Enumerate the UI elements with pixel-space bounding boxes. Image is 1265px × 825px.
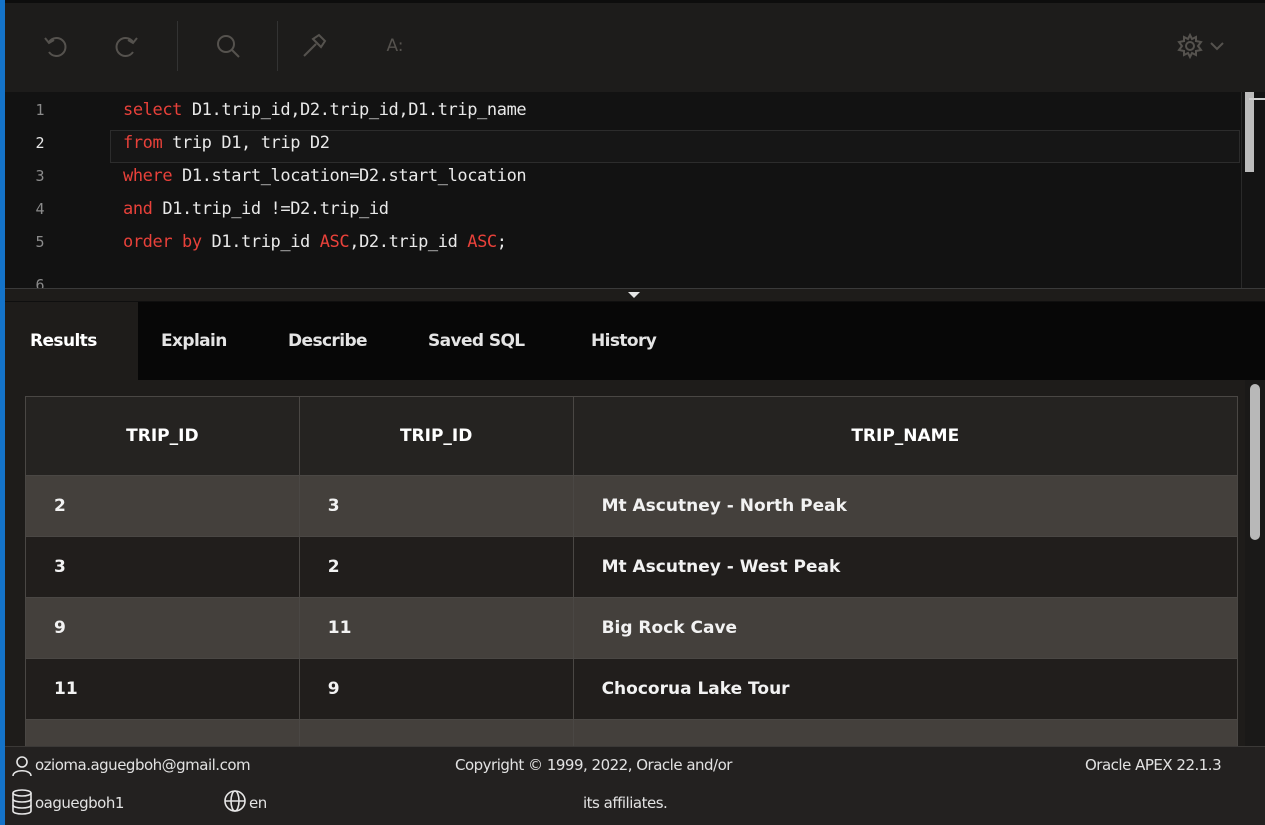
sql-keyword: select <box>123 100 183 120</box>
sql-keyword: from <box>123 133 163 153</box>
table-cell <box>298 719 574 746</box>
user-icon <box>11 755 33 781</box>
chevron-down-icon[interactable] <box>1205 29 1229 63</box>
code-text: ,D2.trip_id <box>349 232 468 252</box>
collapse-triangle-icon[interactable] <box>628 292 640 298</box>
editor-toolbar: A: <box>5 0 1265 92</box>
page-footer: ozioma.aguegboh@gmail.com oaguegboh1 en … <box>5 746 1265 825</box>
globe-icon <box>223 789 247 817</box>
redo-icon[interactable] <box>109 29 143 63</box>
language-link[interactable]: en <box>249 794 267 812</box>
table-row[interactable]: 11 9 Chocorua Lake Tour <box>25 658 1239 720</box>
tab-describe[interactable]: Describe <box>288 302 368 380</box>
code-text: D1.trip_id <box>201 232 320 252</box>
table-header-row: TRIP_ID TRIP_ID TRIP_NAME <box>25 396 1239 476</box>
sql-workshop-frame: A: 1 2 3 4 5 6 select D1.trip_id,D2.trip… <box>5 0 1265 825</box>
code-line: and D1.trip_id !=D2.trip_id <box>123 199 389 219</box>
line-number: 6 <box>35 276 45 288</box>
line-number: 4 <box>35 200 45 218</box>
database-icon <box>11 789 33 819</box>
table-cell: 9 <box>298 658 574 720</box>
code-text: D1.trip_id !=D2.trip_id <box>152 199 389 219</box>
line-number: 3 <box>35 167 45 185</box>
tab-label: Describe <box>288 331 368 351</box>
code-line: where D1.start_location=D2.start_locatio… <box>123 166 527 186</box>
workspace-name[interactable]: oaguegboh1 <box>35 794 124 812</box>
pane-splitter[interactable] <box>5 288 1265 302</box>
table-cell: Mt Ascutney - North Peak <box>572 475 1239 537</box>
editor-scroll-cap <box>1249 98 1265 100</box>
code-text: D1.start_location=D2.start_location <box>172 166 527 186</box>
column-header[interactable]: TRIP_NAME <box>572 396 1239 476</box>
code-text: D1.trip_id,D2.trip_id,D1.trip_name <box>182 100 527 120</box>
tab-label: Results <box>30 331 97 351</box>
table-row[interactable]: 9 11 Big Rock Cave <box>25 597 1239 659</box>
tab-label: Explain <box>161 331 227 351</box>
table-cell: 11 <box>298 597 574 659</box>
tab-results[interactable]: Results <box>5 302 138 380</box>
sql-keyword: ASC <box>319 232 350 252</box>
table-cell: 2 <box>298 536 574 598</box>
column-header[interactable]: TRIP_ID <box>298 396 574 476</box>
table-row-partial[interactable] <box>25 719 1239 746</box>
code-text: ; <box>496 232 507 252</box>
results-scrollbar-thumb[interactable] <box>1250 384 1260 540</box>
tab-history[interactable]: History <box>591 302 657 380</box>
format-icon[interactable]: A: <box>371 29 419 63</box>
user-email[interactable]: ozioma.aguegboh@gmail.com <box>35 756 251 774</box>
tab-saved-sql[interactable]: Saved SQL <box>428 302 525 380</box>
table-cell: Big Rock Cave <box>572 597 1239 659</box>
table-cell: 9 <box>25 597 300 659</box>
toolbar-separator <box>277 21 278 71</box>
code-text: trip D1, trip D2 <box>162 133 330 153</box>
sql-keyword: where <box>123 166 173 186</box>
table-row[interactable]: 3 2 Mt Ascutney - West Peak <box>25 536 1239 598</box>
toolbar-separator <box>177 21 178 71</box>
results-table: TRIP_ID TRIP_ID TRIP_NAME 2 3 Mt Ascutne… <box>25 396 1239 746</box>
hammer-icon[interactable] <box>297 29 331 63</box>
table-cell: Mt Ascutney - West Peak <box>572 536 1239 598</box>
gear-icon[interactable] <box>1173 29 1207 63</box>
sql-keyword: order by <box>123 232 202 252</box>
table-cell: 11 <box>25 658 300 720</box>
sql-keyword: and <box>123 199 153 219</box>
table-cell: 3 <box>25 536 300 598</box>
search-icon[interactable] <box>211 29 245 63</box>
line-number: 2 <box>35 134 45 152</box>
table-cell <box>25 719 300 746</box>
undo-icon[interactable] <box>39 29 73 63</box>
table-cell: 2 <box>25 475 300 537</box>
code-line: order by D1.trip_id ASC,D2.trip_id ASC; <box>123 232 507 252</box>
app-version: Oracle APEX 22.1.3 <box>1085 756 1222 774</box>
tab-explain[interactable]: Explain <box>161 302 227 380</box>
format-label: A: <box>386 36 404 56</box>
sql-editor[interactable]: 1 2 3 4 5 6 select D1.trip_id,D2.trip_id… <box>5 92 1265 288</box>
table-row[interactable]: 2 3 Mt Ascutney - North Peak <box>25 475 1239 537</box>
results-pane: TRIP_ID TRIP_ID TRIP_NAME 2 3 Mt Ascutne… <box>5 380 1265 746</box>
editor-scrollbar-thumb[interactable] <box>1245 92 1254 172</box>
table-cell <box>572 719 1239 746</box>
tab-label: History <box>591 331 657 351</box>
table-cell: 3 <box>298 475 574 537</box>
line-number: 1 <box>35 101 45 119</box>
table-cell: Chocorua Lake Tour <box>572 658 1239 720</box>
line-number: 5 <box>35 233 45 251</box>
result-tabs: Results Explain Describe Saved SQL Histo… <box>5 302 1265 380</box>
code-line: select D1.trip_id,D2.trip_id,D1.trip_nam… <box>123 100 527 120</box>
copyright-line-1: Copyright © 1999, 2022, Oracle and/or <box>455 756 732 774</box>
column-header[interactable]: TRIP_ID <box>25 396 300 476</box>
copyright-line-2: its affiliates. <box>583 794 668 812</box>
code-line: from trip D1, trip D2 <box>123 133 330 153</box>
tab-label: Saved SQL <box>428 331 525 351</box>
sql-keyword: ASC <box>467 232 497 252</box>
